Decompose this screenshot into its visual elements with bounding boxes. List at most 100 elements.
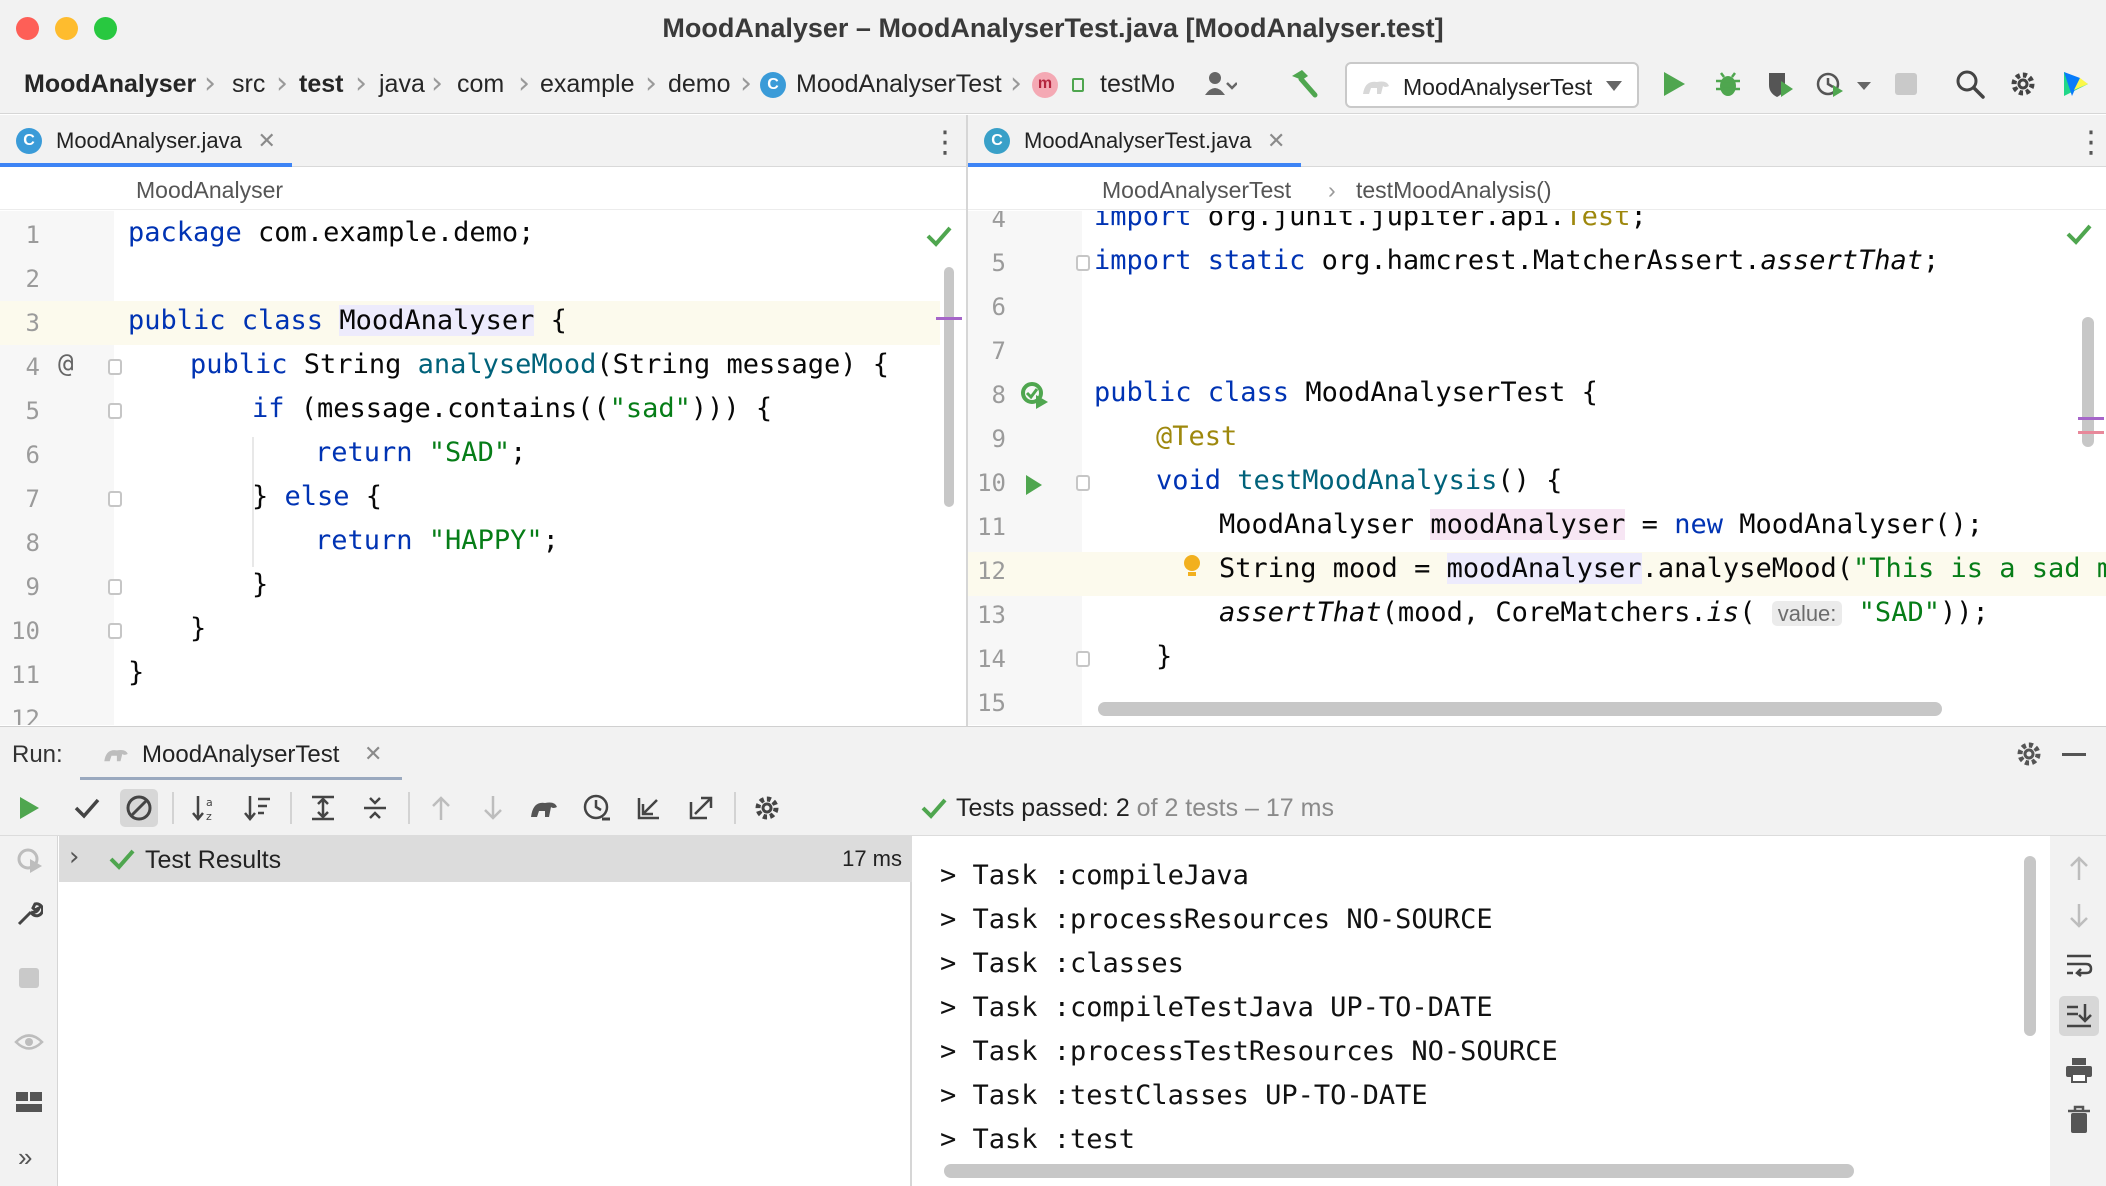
scroll-to-end-icon[interactable] — [2059, 996, 2099, 1036]
previous-failed-test-icon[interactable] — [422, 789, 460, 827]
fold-marker-icon[interactable] — [108, 623, 122, 639]
breadcrumb-method[interactable]: testMoodAnalysis() — [1356, 177, 1552, 204]
tab-moodanalysertest-java[interactable]: C MoodAnalyserTest.java ✕ — [968, 115, 1302, 167]
layout-icon[interactable] — [9, 1082, 49, 1122]
breadcrumb-com[interactable]: com — [457, 70, 504, 99]
lightbulb-icon[interactable] — [1182, 553, 1202, 583]
line-number: 8 — [25, 529, 40, 557]
breadcrumb-method[interactable]: testMo — [1100, 70, 1175, 99]
user-account-icon[interactable] — [1202, 66, 1238, 102]
vertical-scrollbar[interactable] — [2024, 856, 2036, 1036]
right-code-editor[interactable]: 4 5 6 7 8 9 10 11 12 13 14 15 import org… — [968, 211, 2106, 725]
sort-alphabetically-icon[interactable]: az — [186, 789, 224, 827]
console-side-toolbar — [2050, 836, 2106, 1186]
print-icon[interactable] — [2059, 1050, 2099, 1090]
override-marker-icon[interactable]: @ — [58, 349, 74, 379]
chevron-right-icon: › — [431, 66, 443, 101]
breadcrumb-src[interactable]: src — [232, 70, 265, 99]
import-gradle-icon[interactable] — [526, 789, 564, 827]
breadcrumb-class[interactable]: MoodAnalyserTest — [1102, 177, 1291, 204]
debug-bug-icon[interactable] — [1710, 66, 1746, 102]
stop-icon[interactable] — [1888, 66, 1924, 102]
close-icon[interactable]: ✕ — [1267, 115, 1285, 167]
fold-marker-icon[interactable] — [108, 491, 122, 507]
close-icon[interactable]: ✕ — [257, 115, 275, 167]
run-test-icon[interactable] — [1024, 473, 1044, 497]
settings-gear-icon[interactable] — [748, 789, 786, 827]
chevron-right-icon[interactable]: › — [69, 842, 79, 872]
fold-marker-icon[interactable] — [1076, 651, 1090, 667]
breadcrumb-java[interactable]: java — [379, 70, 425, 99]
breadcrumb-class[interactable]: MoodAnalyser — [136, 177, 283, 204]
show-passed-check-icon[interactable] — [68, 789, 106, 827]
more-options-icon[interactable]: ⋮ — [2076, 125, 2106, 160]
error-stripe-marker[interactable] — [2078, 431, 2104, 434]
breadcrumb-class[interactable]: MoodAnalyserTest — [796, 70, 1002, 99]
horizontal-scrollbar[interactable] — [944, 1164, 1854, 1178]
scroll-up-icon[interactable] — [2059, 848, 2099, 888]
fold-marker-icon[interactable] — [108, 359, 122, 375]
scroll-down-icon[interactable] — [2059, 896, 2099, 936]
code-line: void testMoodAnalysis() { — [1156, 465, 1563, 496]
build-hammer-icon[interactable] — [1286, 66, 1322, 102]
coverage-shield-icon[interactable] — [1762, 66, 1798, 102]
test-history-icon[interactable] — [578, 789, 616, 827]
line-number: 4 — [991, 211, 1006, 233]
run-tests-passed-icon[interactable] — [1020, 381, 1050, 411]
fold-marker-icon[interactable] — [108, 579, 122, 595]
error-stripe-marker[interactable] — [936, 317, 962, 320]
line-number: 8 — [991, 381, 1006, 409]
more-options-icon[interactable]: ⋮ — [930, 125, 960, 160]
breadcrumb-project[interactable]: MoodAnalyser — [24, 70, 196, 99]
show-ignored-icon[interactable] — [120, 789, 158, 827]
console-output[interactable]: > Task :compileJava > Task :processResou… — [918, 836, 2020, 1186]
tab-label: MoodAnalyser.java — [56, 128, 242, 153]
line-number: 7 — [25, 485, 40, 513]
fold-marker-icon[interactable] — [1076, 475, 1090, 491]
run-icon[interactable] — [1656, 66, 1692, 102]
fold-marker-icon[interactable] — [108, 403, 122, 419]
chevron-down-icon[interactable] — [1856, 81, 1872, 91]
search-icon[interactable] — [1952, 66, 1988, 102]
breadcrumb-example[interactable]: example — [540, 70, 635, 99]
fold-marker-icon[interactable] — [1076, 255, 1090, 271]
close-icon[interactable]: ✕ — [364, 741, 382, 767]
more-tools-icon[interactable]: » — [18, 1142, 32, 1173]
settings-gear-icon[interactable] — [2005, 66, 2041, 102]
eye-icon[interactable] — [9, 1022, 49, 1062]
sort-by-duration-icon[interactable] — [238, 789, 276, 827]
trash-icon[interactable] — [2059, 1100, 2099, 1140]
tree-row-test-results[interactable]: › Test Results 17 ms — [59, 836, 912, 882]
code-line: return "SAD"; — [315, 437, 527, 468]
line-number: 13 — [977, 601, 1006, 629]
vertical-scrollbar[interactable] — [2082, 317, 2094, 447]
test-results-tree[interactable]: › Test Results 17 ms — [59, 836, 912, 1186]
collapse-all-icon[interactable] — [356, 789, 394, 827]
line-number: 10 — [11, 617, 40, 645]
rerun-icon[interactable] — [10, 789, 48, 827]
export-tests-icon[interactable] — [682, 789, 720, 827]
stop-icon[interactable] — [9, 958, 49, 998]
next-failed-test-icon[interactable] — [474, 789, 512, 827]
settings-gear-icon[interactable] — [2014, 739, 2044, 769]
wrench-icon[interactable] — [9, 894, 49, 934]
code-line: } — [1156, 641, 1173, 672]
breadcrumb-test[interactable]: test — [299, 70, 343, 99]
jetbrains-logo-icon[interactable] — [2058, 66, 2094, 102]
expand-all-icon[interactable] — [304, 789, 342, 827]
left-code-editor[interactable]: 1 2 3 4 5 6 7 8 9 10 11 12 @ package com… — [0, 211, 966, 725]
soft-wrap-icon[interactable] — [2059, 944, 2099, 984]
import-tests-icon[interactable] — [630, 789, 668, 827]
tab-moodanalyser-java[interactable]: C MoodAnalyser.java ✕ — [0, 115, 292, 167]
run-configuration-select[interactable]: MoodAnalyserTest — [1345, 62, 1639, 108]
rerun-failed-icon[interactable] — [9, 840, 49, 880]
breadcrumb-demo[interactable]: demo — [668, 70, 731, 99]
console-line: > Task :testClasses UP-TO-DATE — [940, 1080, 1428, 1111]
horizontal-scrollbar[interactable] — [1098, 702, 1942, 716]
vertical-scrollbar[interactable] — [944, 267, 954, 507]
left-editor-tabbar: C MoodAnalyser.java ✕ ⋮ — [0, 115, 966, 167]
error-stripe-marker[interactable] — [2078, 417, 2104, 420]
run-tab[interactable]: MoodAnalyserTest ✕ — [80, 727, 402, 781]
profiler-icon[interactable] — [1812, 66, 1848, 102]
minimize-icon[interactable] — [2062, 753, 2086, 756]
